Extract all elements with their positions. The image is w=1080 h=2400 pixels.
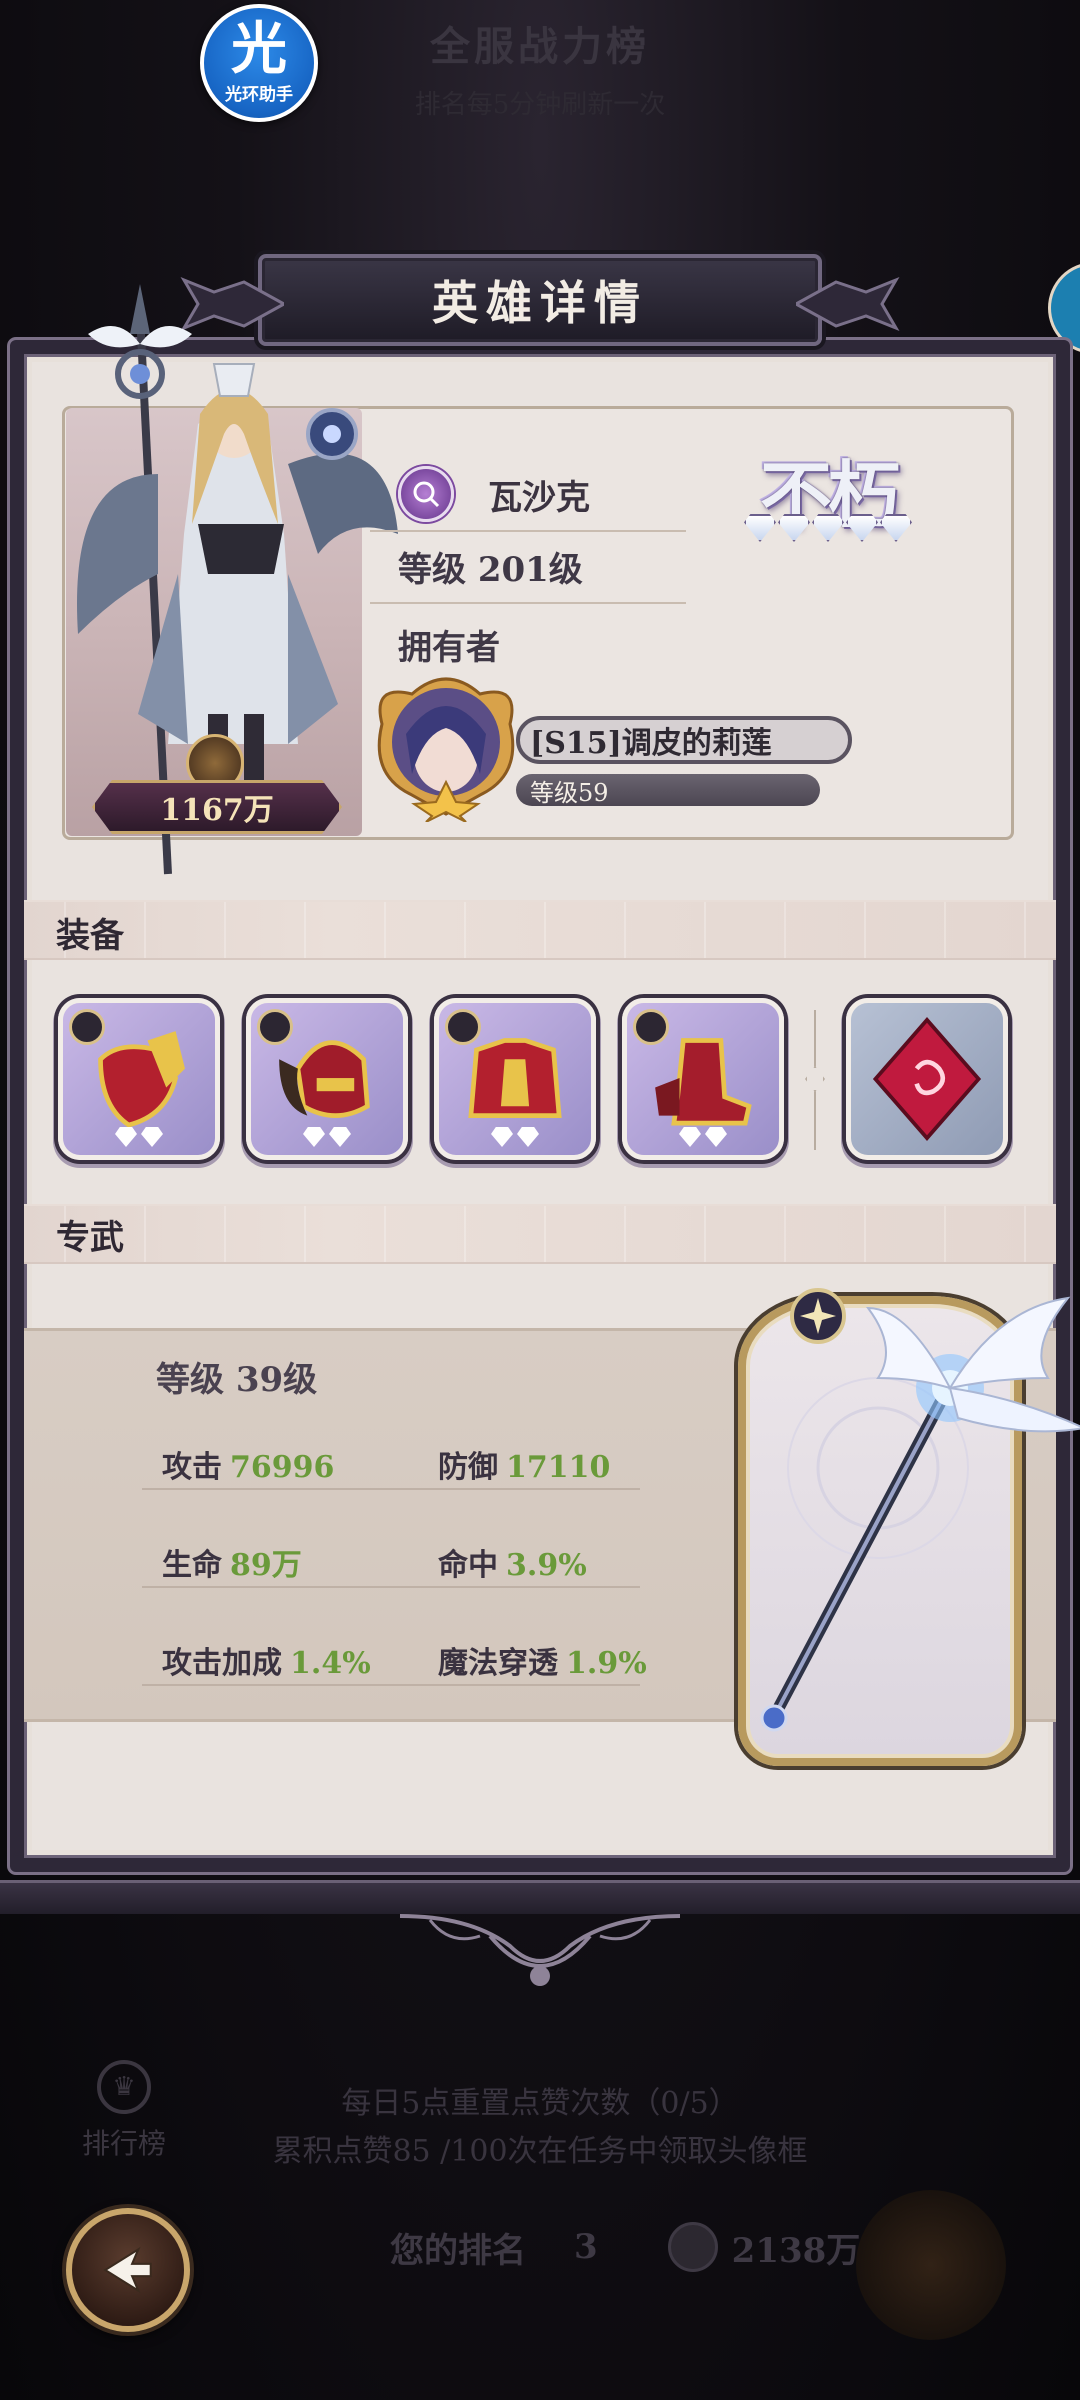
winged-staff-icon: [760, 1288, 1080, 1732]
owner-label: 拥有者: [398, 628, 500, 668]
app-assistant-badge[interactable]: 光 光环助手: [200, 4, 318, 122]
owner-name-pill: [S15]调皮的莉莲: [516, 716, 852, 764]
equipment-slot-chest[interactable]: [434, 998, 596, 1160]
stat-defense: 防御 17110: [438, 1450, 611, 1485]
equipment-slot-helmet[interactable]: [246, 998, 408, 1160]
rarity-diamond-icon: [812, 514, 844, 542]
hero-name-row: 瓦沙克: [398, 466, 590, 522]
owner-level: 等级59: [530, 778, 609, 807]
assistant-label: 光环助手: [225, 84, 293, 105]
your-rank-value: 3: [574, 2227, 598, 2267]
equipment-type-badge-icon: [445, 1009, 481, 1045]
stat-divider: [142, 1586, 640, 1588]
like-progress-note: 累积点赞85 /100次在任务中领取头像框: [272, 2134, 808, 2169]
equipment-slot-rune[interactable]: [846, 998, 1008, 1160]
stat-magic-penetration: 魔法穿透 1.9%: [438, 1646, 647, 1681]
owner-avatar[interactable]: [372, 664, 520, 822]
back-button[interactable]: [66, 2208, 190, 2332]
ranking-emblem-icon: [856, 2190, 1006, 2340]
stat-hp: 生命 89万: [162, 1548, 302, 1583]
assistant-glyph: 光: [231, 16, 287, 82]
power-coin-icon: [667, 2222, 718, 2272]
equipment-stars: [627, 1127, 779, 1147]
exclusive-title: 专武: [56, 1218, 124, 1258]
stat-attack-bonus: 攻击加成 1.4%: [162, 1646, 371, 1681]
stat-divider: [142, 1488, 640, 1490]
crimson-rune-crystal-icon: [872, 1017, 982, 1141]
divider: [370, 602, 686, 604]
divider: [370, 530, 686, 532]
reset-note: 每日5点重置点赞次数（0/5）: [341, 2086, 739, 2121]
owner-name: [S15]调皮的莉莲: [530, 726, 772, 761]
stat-divider: [142, 1684, 640, 1686]
equipment-stars: [63, 1127, 215, 1147]
rarity-diamond-icon: [846, 514, 878, 542]
exclusive-weapon-level: 等级 39级: [156, 1360, 318, 1400]
right-wing-ornament-icon: [796, 276, 900, 332]
leaderboard-subtitle: 排名每5分钟刷新一次: [414, 90, 666, 120]
your-rank-label: 您的排名: [390, 2230, 526, 2271]
equipment-stars: [439, 1127, 591, 1147]
rarity-diamond-icon: [778, 514, 810, 542]
equipment-type-badge-icon: [257, 1009, 293, 1045]
your-power-value: 2138万: [731, 2230, 861, 2271]
rarity-stars: [744, 514, 912, 542]
stat-attack: 攻击 76996: [162, 1450, 335, 1485]
exclusive-section-header: [24, 1204, 1056, 1264]
hero-power-plate: 1167万: [92, 780, 342, 834]
equipment-type-badge-icon: [69, 1009, 105, 1045]
equipment-stars: [251, 1127, 403, 1147]
owner-level-bar: 等级59: [516, 774, 820, 807]
back-arrow-icon: [103, 2246, 152, 2294]
hero-level: 等级 201级: [398, 550, 583, 590]
equipment-slot-gauntlet[interactable]: [58, 998, 220, 1160]
equipment-slot-boots[interactable]: [622, 998, 784, 1160]
equipment-title: 装备: [56, 916, 124, 956]
equipment-type-badge-icon: [633, 1009, 669, 1045]
hero-power-value: 1167万: [160, 793, 274, 828]
faction-orb-icon: [398, 466, 454, 522]
equipment-section-header: [24, 900, 1056, 960]
leaderboard-title: 全服战力榜: [430, 23, 650, 70]
stat-accuracy: 命中 3.9%: [438, 1548, 587, 1583]
rarity-diamond-icon: [880, 514, 912, 542]
modal-title: 英雄详情: [432, 276, 648, 330]
bottom-ornament-icon: [399, 1914, 681, 1986]
rarity-diamond-icon: [744, 514, 776, 542]
hero-name: 瓦沙克: [488, 477, 590, 518]
